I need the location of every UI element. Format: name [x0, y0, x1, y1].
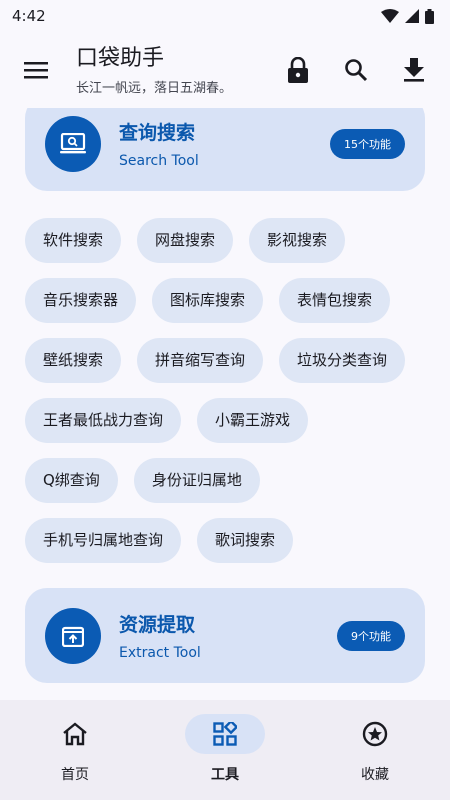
chip-honor-power-query[interactable]: 王者最低战力查询: [25, 398, 182, 443]
chip-music-search[interactable]: 音乐搜索器: [25, 278, 137, 323]
chip-id-location[interactable]: 身份证归属地: [133, 458, 260, 503]
star-circle-icon: [362, 721, 388, 747]
chip-row: 手机号归属地查询 歌词搜索: [25, 518, 435, 563]
nav-item-favorites[interactable]: 收藏: [300, 700, 450, 800]
chip-row: 壁纸搜索 拼音缩写查询 垃圾分类查询: [25, 338, 435, 383]
battery-icon: [425, 8, 434, 24]
chip-sticker-search[interactable]: 表情包搜索: [279, 278, 391, 323]
main-content[interactable]: 查询搜索 Search Tool 15个功能 软件搜索 网盘搜索 影视搜索 音乐…: [0, 108, 450, 700]
app-actions: [278, 50, 434, 90]
feature-count-badge: 9个功能: [337, 620, 405, 651]
search-button[interactable]: [336, 50, 376, 90]
chip-icon-library-search[interactable]: 图标库搜索: [152, 278, 264, 323]
card-title: 资源提取: [119, 614, 196, 636]
search-tool-chips: 软件搜索 网盘搜索 影视搜索 音乐搜索器 图标库搜索 表情包搜索 壁纸搜索 拼音…: [25, 218, 435, 578]
chip-garbage-sort-query[interactable]: 垃圾分类查询: [279, 338, 406, 383]
home-icon: [63, 722, 87, 746]
card-text: 查询搜索 Search Tool: [119, 118, 330, 169]
chip-retro-games[interactable]: 小霸王游戏: [197, 398, 309, 443]
card-subtitle: Extract Tool: [119, 645, 201, 661]
menu-button[interactable]: [16, 50, 56, 90]
status-time: 4:42: [12, 7, 46, 25]
card-text: 资源提取 Extract Tool: [119, 610, 337, 661]
extract-tool-card[interactable]: 资源提取 Extract Tool 9个功能: [25, 588, 425, 683]
chip-qq-bind-query[interactable]: Q绑查询: [25, 458, 118, 503]
search-icon: [345, 59, 368, 82]
nav-pill-active: [185, 714, 265, 754]
status-bar: 4:42: [0, 0, 450, 32]
app-titles: 口袋助手 长江一帆远，落日五湖春。: [76, 45, 278, 96]
lock-button[interactable]: [278, 50, 318, 90]
search-tool-card[interactable]: 查询搜索 Search Tool 15个功能: [25, 108, 425, 191]
download-icon: [404, 58, 424, 82]
nav-item-home[interactable]: 首页: [0, 700, 150, 800]
app-subtitle: 长江一帆远，落日五湖春。: [76, 80, 233, 96]
bottom-navigation: 首页 工具 收藏: [0, 700, 450, 800]
chip-phone-location-query[interactable]: 手机号归属地查询: [25, 518, 182, 563]
chip-software-search[interactable]: 软件搜索: [25, 218, 122, 263]
chip-netdisk-search[interactable]: 网盘搜索: [137, 218, 234, 263]
chip-video-search[interactable]: 影视搜索: [249, 218, 346, 263]
lock-icon: [288, 57, 308, 83]
upload-box-icon: [62, 626, 84, 647]
menu-icon: [24, 62, 48, 79]
nav-item-tools[interactable]: 工具: [150, 700, 300, 800]
wifi-icon: [381, 9, 399, 23]
chip-pinyin-query[interactable]: 拼音缩写查询: [137, 338, 264, 383]
apps-icon: [213, 722, 237, 746]
status-icons: [381, 8, 434, 24]
chip-row: 音乐搜索器 图标库搜索 表情包搜索: [25, 278, 435, 323]
search-monitor-icon: [60, 132, 86, 153]
card-icon-circle: [45, 607, 101, 664]
nav-label-active: 工具: [211, 767, 239, 783]
nav-label: 收藏: [361, 767, 389, 783]
chip-lyrics-search[interactable]: 歌词搜索: [197, 518, 294, 563]
signal-icon: [405, 9, 419, 23]
chip-row: Q绑查询 身份证归属地: [25, 458, 435, 503]
chip-row: 王者最低战力查询 小霸王游戏: [25, 398, 435, 443]
card-title: 查询搜索: [119, 122, 196, 144]
card-icon-circle: [45, 115, 101, 172]
app-title: 口袋助手: [76, 45, 165, 71]
card-subtitle: Search Tool: [119, 153, 199, 169]
chip-wallpaper-search[interactable]: 壁纸搜索: [25, 338, 122, 383]
nav-pill: [35, 714, 115, 754]
download-button[interactable]: [394, 50, 434, 90]
feature-count-badge: 15个功能: [330, 128, 405, 159]
chip-row: 软件搜索 网盘搜索 影视搜索: [25, 218, 435, 263]
nav-label: 首页: [61, 767, 89, 783]
nav-pill: [335, 714, 415, 754]
app-bar: 口袋助手 长江一帆远，落日五湖春。: [0, 32, 450, 108]
